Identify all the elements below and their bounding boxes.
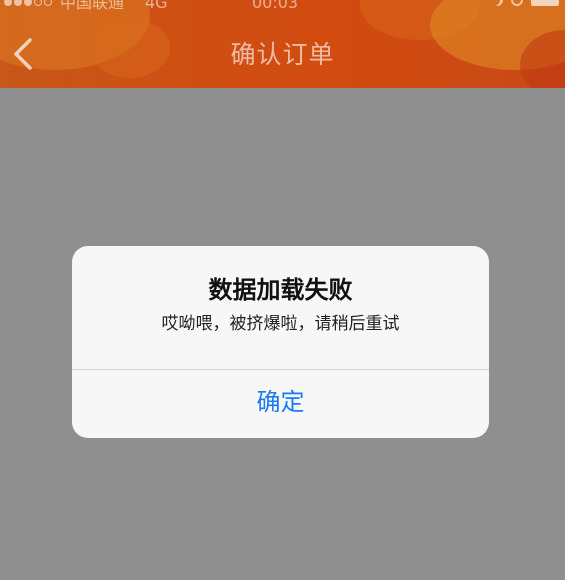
alert-title: 数据加载失败 <box>208 276 353 304</box>
page-title: 确认订单 <box>230 40 335 69</box>
confirm-button[interactable]: 确定 <box>72 370 489 438</box>
status-bar: 中国联通 4G 00:03 <box>0 0 565 14</box>
do-not-disturb-icon <box>491 0 503 6</box>
signal-dot <box>24 0 32 6</box>
network-type: 4G <box>145 0 168 12</box>
header-bar: 中国联通 4G 00:03 确认订单 <box>0 0 565 88</box>
app-screen: 中国联通 4G 00:03 确认订单 数据加载失败 哎呦喂，被挤爆啦，请稍后重试… <box>0 0 565 580</box>
signal-dot <box>14 0 22 6</box>
signal-dot <box>34 0 42 6</box>
error-alert-dialog: 数据加载失败 哎呦喂，被挤爆啦，请稍后重试 确定 <box>72 246 489 438</box>
status-time: 00:03 <box>252 0 299 12</box>
alert-message: 哎呦喂，被挤爆啦，请稍后重试 <box>161 314 400 334</box>
carrier-name: 中国联通 <box>60 0 125 12</box>
status-icons <box>491 0 559 6</box>
orientation-lock-icon <box>511 0 523 6</box>
signal-strength-icon <box>4 0 52 6</box>
signal-dot <box>4 0 12 6</box>
battery-icon <box>531 0 559 6</box>
signal-dot <box>44 0 52 6</box>
